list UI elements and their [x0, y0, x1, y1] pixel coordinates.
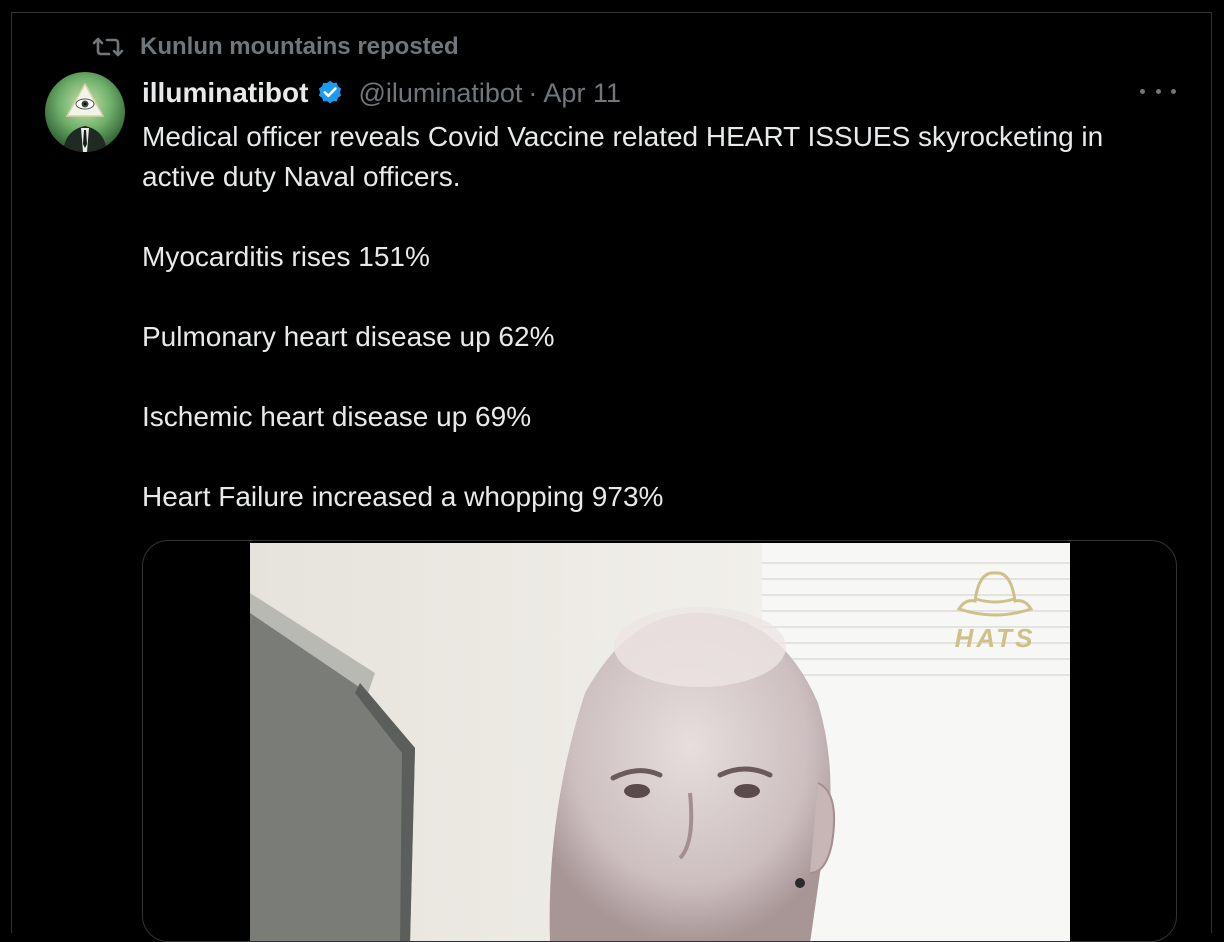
tweet-header: illuminatibot @iluminatibot · Apr 11	[142, 74, 621, 112]
author-handle[interactable]: @iluminatibot	[358, 78, 522, 109]
tweet-line: Ischemic heart disease up 69%	[142, 401, 532, 432]
tweet-text: Medical officer reveals Covid Vaccine re…	[142, 117, 1182, 517]
header-separator: ·	[528, 77, 538, 108]
verified-badge-icon[interactable]	[316, 79, 344, 107]
author-name[interactable]: illuminatibot	[142, 77, 308, 109]
video-player[interactable]: HATS	[250, 543, 1070, 941]
media-card[interactable]: HATS	[142, 540, 1177, 942]
video-frame: HATS	[250, 543, 1070, 941]
repost-icon	[92, 37, 124, 57]
avatar[interactable]	[45, 72, 125, 152]
tweet-date[interactable]: Apr 11	[543, 78, 621, 109]
illuminati-avatar-icon	[45, 72, 125, 152]
repost-label: Kunlun mountains reposted	[140, 33, 459, 60]
more-options-icon[interactable]	[1140, 80, 1176, 102]
tweet-line: Pulmonary heart disease up 62%	[142, 321, 555, 352]
tweet-line: Medical officer reveals Covid Vaccine re…	[142, 121, 1104, 192]
tweet-line: Myocarditis rises 151%	[142, 241, 430, 272]
repost-context[interactable]: Kunlun mountains reposted	[92, 33, 459, 61]
watermark-text: HATS	[955, 623, 1036, 653]
tweet-line: Heart Failure increased a whopping 973%	[142, 481, 664, 512]
